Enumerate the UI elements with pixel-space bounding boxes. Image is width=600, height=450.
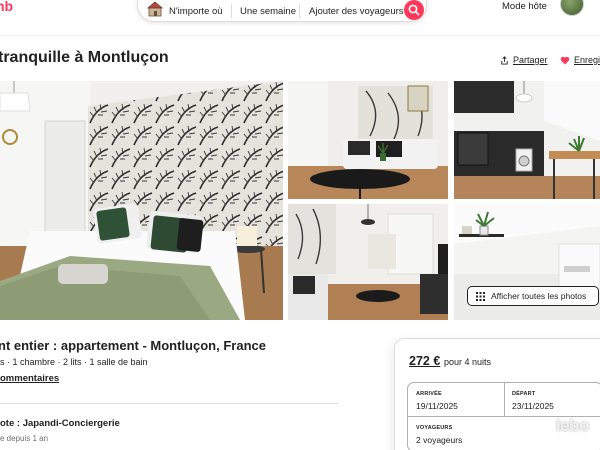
show-all-photos-button[interactable]: Afficher toutes les photos [467, 286, 599, 306]
photo-living-room-wide[interactable] [288, 204, 448, 320]
search-when[interactable]: Une semaine [240, 6, 296, 17]
main-photo-bedroom[interactable] [0, 81, 283, 320]
departure-date[interactable]: 23/11/2025 [512, 401, 554, 411]
photo-kitchen[interactable] [454, 81, 600, 199]
host-mode-link[interactable]: Mode hôte [502, 1, 547, 12]
host-name: ote : Japandi-Conciergerie [0, 418, 120, 429]
guests-value[interactable]: 2 voyageurs [416, 435, 462, 445]
arrival-label: ARRIVÉE [416, 391, 442, 397]
house-icon [147, 1, 163, 17]
watermark: lebo [556, 416, 589, 435]
show-all-photos-label: Afficher toutes les photos [491, 291, 587, 301]
page-title: tranquille à Montluçon [0, 49, 169, 66]
avatar[interactable] [560, 0, 584, 16]
search-separator [231, 4, 232, 18]
dates-divider-vertical [504, 383, 505, 416]
host-since: e depuis 1 an [0, 434, 49, 443]
search-separator [299, 4, 300, 18]
share-label: Partager [513, 55, 548, 65]
price[interactable]: 272 € [409, 354, 440, 368]
heart-icon [560, 56, 570, 64]
section-divider [0, 403, 338, 404]
comments-link[interactable]: ommentaires [0, 373, 59, 384]
search-icon [408, 4, 420, 16]
share-icon [501, 55, 508, 65]
search-where[interactable]: N'importe où [169, 6, 223, 17]
guests-label: VOYAGEURS [416, 425, 453, 431]
header-divider [0, 35, 600, 36]
search-bar[interactable]: N'importe où Une semaine Ajouter des voy… [137, 0, 427, 22]
share-button[interactable]: Partager [500, 55, 548, 65]
search-button[interactable] [404, 0, 424, 20]
photo-living-room[interactable] [288, 81, 448, 199]
save-button[interactable]: Enregi [560, 55, 600, 65]
search-who[interactable]: Ajouter des voyageurs [309, 6, 404, 17]
departure-label: DÉPART [512, 391, 536, 397]
listing-subtitle: nt entier : appartement - Montluçon, Fra… [0, 338, 266, 353]
arrival-date[interactable]: 19/11/2025 [416, 401, 458, 411]
airbnb-logo[interactable]: nb [0, 0, 13, 14]
grid-icon [476, 291, 485, 301]
top-header: nb N'importe où Une semaine Ajouter des … [0, 0, 600, 30]
listing-details: s · 1 chambre · 2 lits · 1 salle de bain [0, 357, 148, 367]
save-label: Enregi [574, 55, 600, 65]
price-note: pour 4 nuits [444, 357, 492, 367]
